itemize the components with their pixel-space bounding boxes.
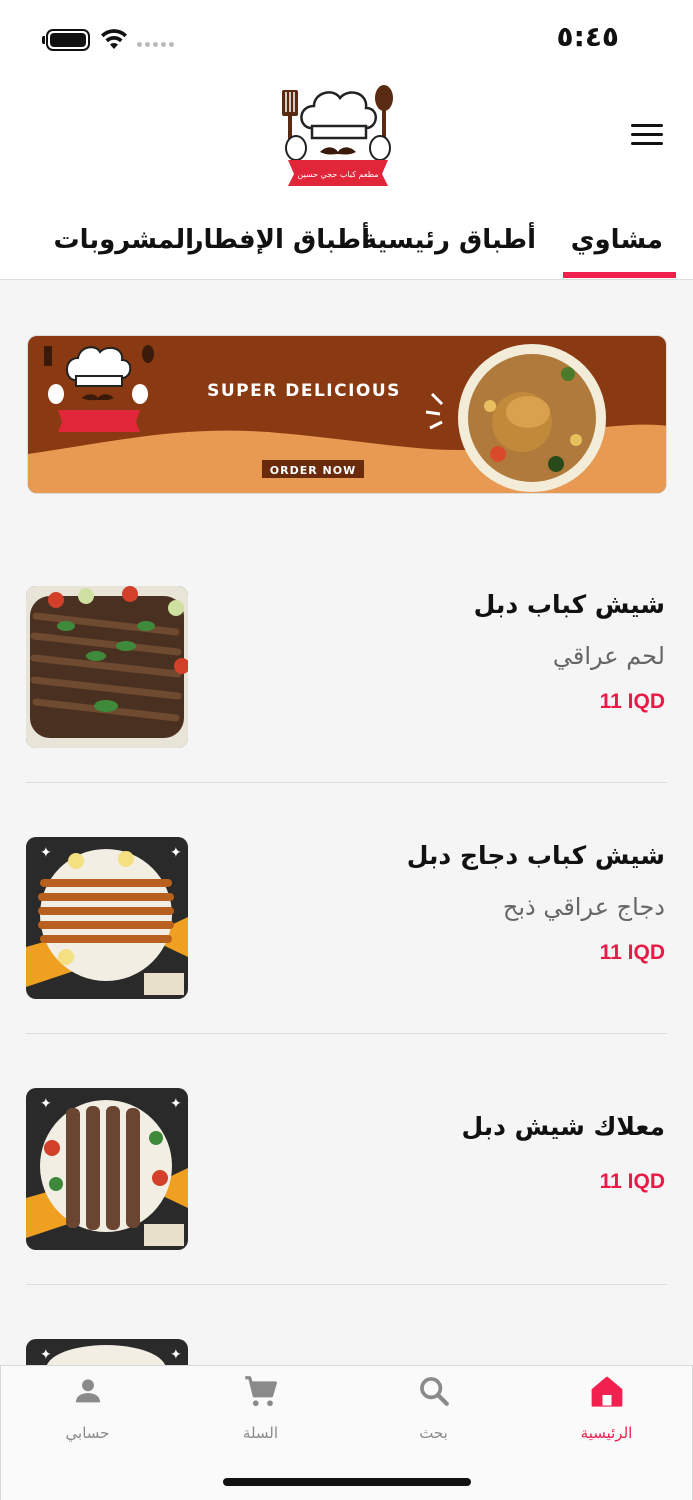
menu-item[interactable]: ✦ ✦ xyxy=(0,1285,693,1365)
app-header: مطعم كباب حجي حسين xyxy=(0,78,693,213)
tab-grills[interactable]: مشاوي xyxy=(562,225,677,278)
search-icon xyxy=(419,1377,449,1406)
promo-banner[interactable]: SUPER DELICIOUS ORDER NOW xyxy=(27,335,667,494)
menu-item-name: شيش كباب دجاج دبل xyxy=(406,841,665,870)
status-time: ٥:٤٥ xyxy=(556,20,619,53)
menu-item-price: 11 IQD xyxy=(599,1170,665,1193)
menu-item[interactable]: شيش كباب دبل لحم عراقي 11 IQD xyxy=(0,532,693,783)
home-indicator xyxy=(223,1478,471,1486)
svg-text:✦: ✦ xyxy=(170,1347,182,1363)
wifi-icon xyxy=(101,29,127,49)
svg-text:✦: ✦ xyxy=(40,1347,52,1363)
svg-text:✦: ✦ xyxy=(40,845,52,861)
nav-account[interactable]: حسابي xyxy=(1,1366,174,1466)
nav-home-label: الرئيسية xyxy=(580,1424,633,1442)
tab-main-dishes[interactable]: أطباق رئيسية xyxy=(362,225,536,255)
hamburger-menu-button[interactable] xyxy=(631,124,663,148)
battery-icon xyxy=(42,29,90,51)
svg-text:✦: ✦ xyxy=(170,1096,182,1112)
logo-caption: مطعم كباب حجي حسين xyxy=(297,170,378,179)
menu-item[interactable]: ✦ ✦ معلاك شيش دبل 11 IQD xyxy=(0,1034,693,1285)
menu-item-image[interactable]: ✦ ✦ xyxy=(26,1339,188,1365)
tab-breakfast-dishes[interactable]: أطباق الإفطار xyxy=(189,225,370,255)
banner-order-now: ORDER NOW xyxy=(270,464,356,477)
menu-item-description: لحم عراقي xyxy=(552,642,665,670)
menu-item-description: دجاج عراقي ذبح xyxy=(502,893,665,921)
menu-item-image[interactable]: ✦ ✦ xyxy=(26,837,188,999)
tab-drinks[interactable]: المشروبات xyxy=(53,225,194,255)
cellular-signal-icon xyxy=(137,42,174,47)
menu-item[interactable]: ✦ ✦ شيش كباب دجاج دبل دجاج عراقي ذبح 11 … xyxy=(0,783,693,1034)
home-icon xyxy=(591,1376,622,1407)
nav-cart-label: السلة xyxy=(242,1424,279,1442)
menu-item-image[interactable]: ✦ ✦ xyxy=(26,1088,188,1250)
cart-icon xyxy=(244,1376,277,1407)
status-bar: ٥:٤٥ xyxy=(0,0,693,78)
promo-banner-graphic: SUPER DELICIOUS ORDER NOW xyxy=(28,336,666,493)
menu-item-name: شيش كباب دبل xyxy=(473,590,665,619)
restaurant-logo: مطعم كباب حجي حسين xyxy=(282,85,393,186)
banner-headline: SUPER DELICIOUS xyxy=(207,381,401,401)
menu-item-name: معلاك شيش دبل xyxy=(461,1112,665,1141)
menu-item-price: 11 IQD xyxy=(599,941,665,964)
category-tabs: مشاوي أطباق رئيسية أطباق الإفطار المشروب… xyxy=(0,213,693,280)
nav-home[interactable]: الرئيسية xyxy=(520,1366,693,1466)
svg-text:✦: ✦ xyxy=(40,1096,52,1112)
menu-item-image[interactable] xyxy=(26,586,188,748)
nav-search[interactable]: بحث xyxy=(347,1366,520,1466)
menu-item-price: 11 IQD xyxy=(599,690,665,713)
nav-account-label: حسابي xyxy=(65,1424,110,1442)
person-icon xyxy=(75,1379,100,1403)
nav-cart[interactable]: السلة xyxy=(174,1366,347,1466)
nav-search-label: بحث xyxy=(419,1424,448,1442)
svg-text:✦: ✦ xyxy=(170,845,182,861)
